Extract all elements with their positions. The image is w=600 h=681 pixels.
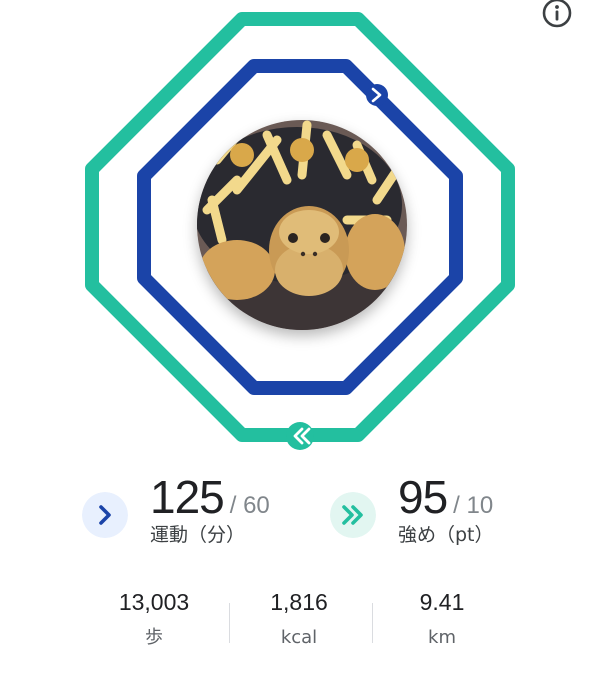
heart-points-label: 強め（pt） xyxy=(398,524,494,546)
move-minutes-goal: / 60 xyxy=(229,492,270,519)
distance-label: km xyxy=(428,627,456,648)
move-minutes-value: 125/ 60 xyxy=(150,470,270,524)
tortoise-photo xyxy=(197,120,407,330)
distance-value: 9.41 xyxy=(419,589,465,615)
metric-divider xyxy=(372,603,373,643)
daily-metrics: 13,003 歩 1,816 kcal 9.41 km xyxy=(0,585,600,655)
heart-points-count: 95 xyxy=(398,471,448,523)
steps-label: 歩 xyxy=(145,627,163,648)
move-minutes-label: 運動（分） xyxy=(150,524,246,546)
move-minutes-stat[interactable]: 125/ 60 運動（分） xyxy=(82,470,302,550)
calories-value: 1,816 xyxy=(270,589,328,615)
heart-points-value: 95/ 10 xyxy=(398,470,493,524)
steps-value: 13,003 xyxy=(118,589,190,615)
double-chevron-icon xyxy=(286,422,314,450)
metric-divider xyxy=(229,603,230,643)
distance-metric[interactable]: 9.41 km xyxy=(372,585,512,653)
heart-points-goal: / 10 xyxy=(453,492,494,519)
chevron-right-icon xyxy=(366,84,388,106)
move-minutes-count: 125 xyxy=(150,471,225,523)
steps-metric[interactable]: 13,003 歩 xyxy=(84,585,224,653)
calories-metric[interactable]: 1,816 kcal xyxy=(229,585,369,653)
calories-label: kcal xyxy=(280,627,318,648)
double-chevron-icon xyxy=(330,492,376,538)
activity-screen: 125/ 60 運動（分） 95/ 10 強め（pt） 13,003 歩 1,8… xyxy=(0,0,600,681)
chevron-right-icon xyxy=(82,492,128,538)
heart-points-stat[interactable]: 95/ 10 強め（pt） xyxy=(330,470,550,550)
